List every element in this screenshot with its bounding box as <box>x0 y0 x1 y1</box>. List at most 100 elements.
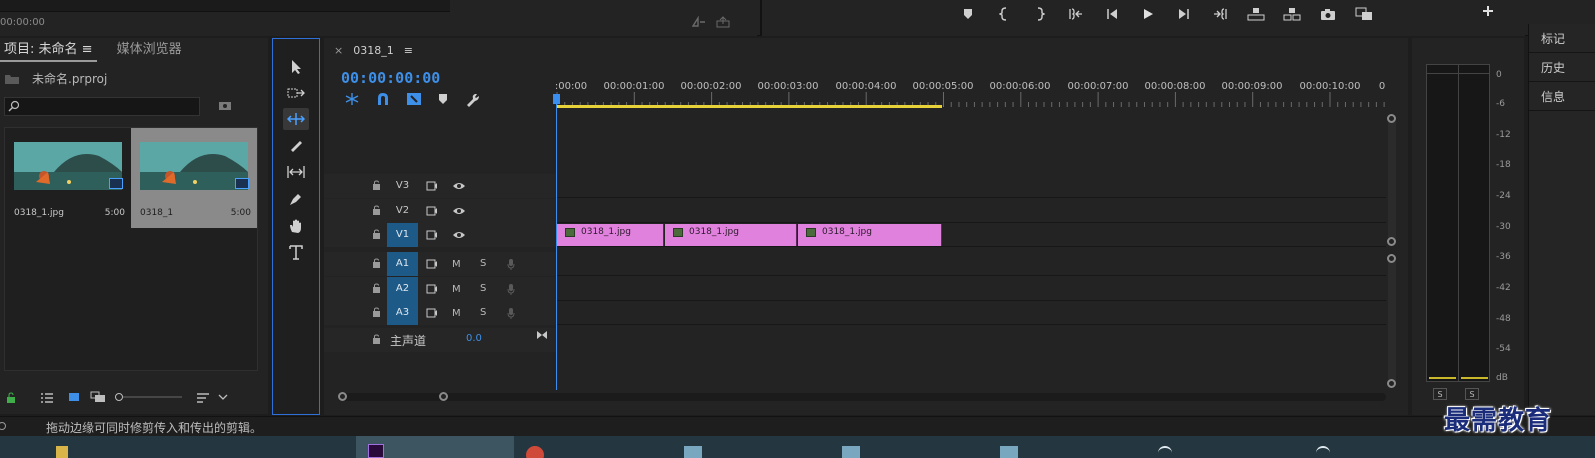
track-target[interactable]: A2 <box>387 277 418 301</box>
linked-selection-icon[interactable] <box>406 92 422 108</box>
eye-icon[interactable] <box>452 206 466 216</box>
selection-tool-icon[interactable] <box>283 56 309 78</box>
app-icon[interactable] <box>526 446 544 458</box>
microphone-icon[interactable] <box>507 307 515 319</box>
sort-icon[interactable] <box>196 392 210 403</box>
scroll-handle[interactable] <box>1387 379 1396 388</box>
microphone-icon[interactable] <box>507 283 515 295</box>
track-target[interactable]: V1 <box>387 223 418 247</box>
type-tool-icon[interactable] <box>283 241 309 263</box>
lock-icon[interactable] <box>372 334 381 344</box>
source-scrub-bar[interactable] <box>0 0 450 12</box>
freeform-view-icon[interactable] <box>90 391 106 403</box>
sync-lock-icon[interactable] <box>426 259 438 269</box>
timeline-tab[interactable]: × 0318_1 ≡ <box>334 44 413 57</box>
solo-button[interactable]: S <box>480 258 486 269</box>
sync-lock-icon[interactable] <box>426 206 438 216</box>
icon-view-icon[interactable] <box>68 392 80 403</box>
chevron-down-icon[interactable] <box>218 393 228 401</box>
tab-project[interactable]: 项目: 未命名 ≡ <box>0 38 97 62</box>
close-icon[interactable]: × <box>334 44 343 57</box>
source-timecode[interactable]: 00:00:00 <box>0 17 45 28</box>
nest-icon[interactable] <box>344 92 360 108</box>
eye-icon[interactable] <box>452 181 466 191</box>
panel-menu-icon[interactable]: ≡ <box>82 42 93 57</box>
zoom-slider[interactable] <box>114 392 184 402</box>
zoom-handle-left[interactable] <box>338 392 347 401</box>
sync-lock-icon[interactable] <box>426 308 438 318</box>
scroll-handle[interactable] <box>1387 237 1396 246</box>
track-target[interactable]: A3 <box>387 301 418 325</box>
timeline-clip[interactable]: 0318_1.jpg <box>798 224 942 246</box>
go-to-in-icon[interactable] <box>1058 4 1094 24</box>
mark-out-icon[interactable] <box>1022 4 1058 24</box>
lock-icon[interactable] <box>372 258 381 268</box>
timeline-clip[interactable]: 0318_1.jpg <box>665 224 797 246</box>
track-target[interactable]: V2 <box>387 199 418 223</box>
extract-icon[interactable] <box>1274 4 1310 24</box>
project-item[interactable]: 0318_1.jpg 5:00 <box>5 128 131 228</box>
slip-tool-icon[interactable] <box>283 161 309 183</box>
app-icon[interactable] <box>1316 446 1330 458</box>
play-icon[interactable] <box>1130 4 1166 24</box>
go-to-edit-icon[interactable] <box>536 330 548 340</box>
lock-icon[interactable] <box>372 180 381 190</box>
pen-tool-icon[interactable] <box>283 188 309 210</box>
add-marker-icon[interactable] <box>437 92 449 108</box>
zoom-handle-right[interactable] <box>439 392 448 401</box>
audio-track-scrollbar[interactable] <box>1387 254 1396 388</box>
add-button-icon[interactable] <box>1482 5 1494 17</box>
lock-icon[interactable] <box>372 283 381 293</box>
camera-icon[interactable] <box>1310 4 1346 24</box>
timeline-zoom-scrollbar[interactable] <box>338 392 1386 401</box>
lock-icon[interactable] <box>372 205 381 215</box>
playhead[interactable] <box>556 96 557 390</box>
hand-tool-icon[interactable] <box>283 215 309 237</box>
taskbar-active-app[interactable] <box>356 436 514 458</box>
mark-in-icon[interactable] <box>986 4 1022 24</box>
solo-left-button[interactable]: S <box>1433 388 1447 400</box>
tab-media-browser[interactable]: 媒体浏览器 <box>113 38 186 62</box>
tab-info[interactable]: 信息 <box>1529 84 1595 111</box>
step-forward-icon[interactable] <box>1166 4 1202 24</box>
project-item-selected[interactable]: 0318_1 5:00 <box>131 128 257 228</box>
solo-button[interactable]: S <box>480 283 486 294</box>
scroll-handle[interactable] <box>1387 114 1396 123</box>
master-volume-value[interactable]: 0.0 <box>466 333 482 344</box>
playhead-handle[interactable] <box>553 94 560 104</box>
panel-menu-icon[interactable]: ≡ <box>404 44 413 57</box>
insert-icon[interactable] <box>692 16 706 28</box>
microphone-icon[interactable] <box>507 258 515 270</box>
app-icon[interactable] <box>1000 446 1018 458</box>
step-back-icon[interactable] <box>1094 4 1130 24</box>
lock-icon[interactable] <box>372 307 381 317</box>
mute-button[interactable]: M <box>452 259 461 270</box>
tab-history[interactable]: 历史 <box>1529 55 1595 82</box>
razor-tool-icon[interactable] <box>283 135 309 157</box>
ripple-edit-tool-icon[interactable] <box>283 108 309 130</box>
timeline-clip[interactable]: 0318_1.jpg <box>557 224 664 246</box>
project-search-input[interactable] <box>4 97 200 116</box>
list-view-icon[interactable] <box>40 392 54 403</box>
mute-button[interactable]: M <box>452 284 461 295</box>
work-area-bar[interactable] <box>557 105 942 108</box>
sync-lock-icon[interactable] <box>426 181 438 191</box>
new-search-bin-icon[interactable] <box>218 100 232 111</box>
playhead-timecode[interactable]: 00:00:00:00 <box>341 69 440 87</box>
tab-markers[interactable]: 标记 <box>1529 26 1595 53</box>
folder-app-icon[interactable] <box>56 446 68 458</box>
eye-icon[interactable] <box>452 230 466 240</box>
sync-lock-icon[interactable] <box>426 230 438 240</box>
export-frame-icon[interactable] <box>716 16 730 28</box>
app-icon[interactable] <box>684 446 702 458</box>
compare-icon[interactable] <box>1346 4 1382 24</box>
track-target[interactable]: A1 <box>387 252 418 276</box>
track-target[interactable]: V3 <box>387 174 418 198</box>
app-icon[interactable] <box>1158 446 1172 458</box>
snap-magnet-icon[interactable] <box>375 92 391 108</box>
lock-icon[interactable] <box>372 229 381 239</box>
app-icon[interactable] <box>842 446 860 458</box>
scroll-handle[interactable] <box>1387 254 1396 263</box>
solo-right-button[interactable]: S <box>1465 388 1479 400</box>
sync-lock-icon[interactable] <box>426 284 438 294</box>
